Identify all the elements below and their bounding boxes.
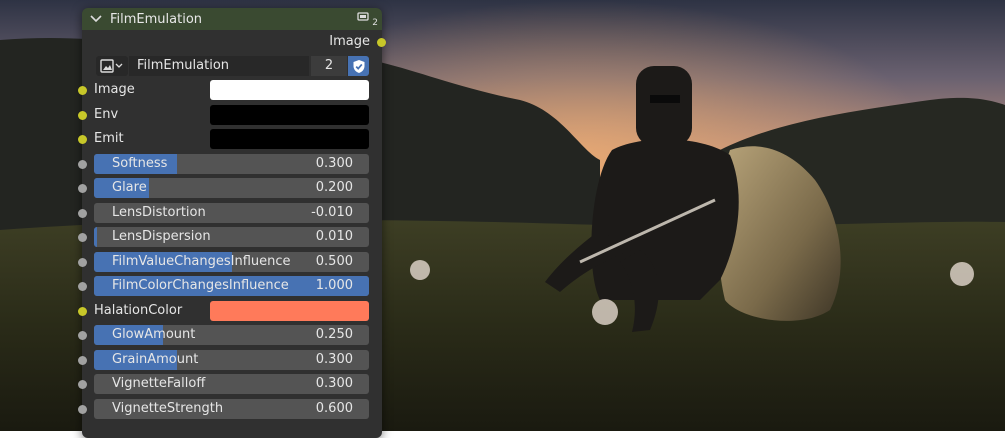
color-swatch[interactable] (210, 300, 369, 321)
input-socket[interactable] (78, 282, 87, 291)
slider-value: -0.010 (311, 204, 353, 220)
slider-label: FilmValueChangesInfluence (112, 253, 291, 269)
input-socket[interactable] (78, 306, 87, 316)
slider-value: 0.500 (315, 253, 353, 269)
shield-icon[interactable] (348, 56, 369, 76)
slider-value: 0.200 (315, 180, 353, 195)
input-socket[interactable] (78, 86, 87, 95)
input-label: Emit (94, 131, 124, 146)
glow-amount-slider[interactable]: GlowAmount 0.250 (94, 325, 369, 345)
input-env-row: Env (78, 103, 382, 128)
lens-dispersion-slider[interactable]: LensDispersion 0.010 (94, 227, 369, 247)
input-socket[interactable] (78, 355, 87, 365)
node-group-selector: FilmEmulation 2 (82, 54, 382, 78)
user-count[interactable]: 2 (311, 56, 347, 76)
film-color-changes-row: FilmColorChangesInfluence 1.000 (78, 274, 382, 299)
slider-label: LensDispersion (112, 229, 211, 244)
input-socket[interactable] (78, 404, 87, 414)
input-image-row: Image (78, 78, 382, 103)
input-label: Image (94, 82, 135, 97)
slider-value: 0.010 (315, 229, 353, 244)
slider-value: 1.000 (315, 278, 353, 293)
input-socket[interactable] (78, 257, 87, 267)
film-color-changes-slider[interactable]: FilmColorChangesInfluence 1.000 (94, 276, 369, 296)
input-emit-row: Emit (78, 127, 382, 152)
input-label: HalationColor (94, 302, 183, 318)
slider-label: GrainAmount (112, 351, 199, 367)
film-value-changes-row: FilmValueChangesInfluence 0.500 (78, 250, 382, 275)
slider-fill (94, 227, 97, 247)
film-emulation-node[interactable]: FilmEmulation 2 Image FilmEmulation 2 Im… (78, 8, 386, 438)
input-socket[interactable] (78, 110, 87, 120)
softness-row: Softness 0.300 (78, 152, 382, 177)
node-group-name-field[interactable]: FilmEmulation (129, 56, 309, 76)
slider-label: Softness (112, 155, 168, 171)
grain-amount-row: GrainAmount 0.300 (78, 348, 382, 373)
chevron-down-icon[interactable] (90, 15, 104, 23)
vignette-falloff-slider[interactable]: VignetteFalloff 0.300 (94, 374, 369, 394)
glare-row: Glare 0.200 (78, 176, 382, 201)
slider-label: GlowAmount (112, 327, 196, 342)
glow-amount-row: GlowAmount 0.250 (78, 323, 382, 348)
input-socket[interactable] (78, 208, 87, 218)
input-socket[interactable] (78, 184, 87, 193)
color-swatch[interactable] (210, 80, 369, 100)
input-socket[interactable] (78, 331, 87, 340)
node-group-count: 2 (372, 18, 378, 28)
slider-value: 0.300 (315, 376, 353, 391)
vignette-falloff-row: VignetteFalloff 0.300 (78, 372, 382, 397)
film-value-changes-slider[interactable]: FilmValueChangesInfluence 0.500 (94, 251, 369, 272)
halation-color-row: HalationColor (78, 299, 382, 324)
input-socket[interactable] (78, 159, 87, 169)
node-header[interactable]: FilmEmulation 2 (82, 8, 382, 30)
slider-value: 0.250 (315, 327, 353, 342)
lens-distortion-row: LensDistortion -0.010 (78, 201, 382, 226)
lens-distortion-slider[interactable]: LensDistortion -0.010 (94, 202, 369, 223)
glare-slider[interactable]: Glare 0.200 (94, 178, 369, 198)
lens-dispersion-row: LensDispersion 0.010 (78, 225, 382, 250)
slider-value: 0.600 (315, 400, 353, 416)
output-socket[interactable] (377, 38, 386, 47)
output-row: Image (82, 30, 386, 54)
grain-amount-slider[interactable]: GrainAmount 0.300 (94, 349, 369, 370)
node-title: FilmEmulation (110, 11, 203, 27)
color-swatch[interactable] (210, 129, 369, 149)
vignette-strength-slider[interactable]: VignetteStrength 0.600 (94, 398, 369, 419)
input-socket[interactable] (78, 233, 87, 242)
slider-label: VignetteFalloff (112, 376, 206, 391)
color-swatch[interactable] (210, 104, 369, 125)
slider-label: LensDistortion (112, 204, 206, 220)
input-label: Env (94, 106, 119, 122)
input-socket[interactable] (78, 135, 87, 144)
image-browse-icon[interactable] (96, 56, 128, 76)
slider-value: 0.300 (315, 351, 353, 367)
slider-label: VignetteStrength (112, 400, 224, 416)
softness-slider[interactable]: Softness 0.300 (94, 153, 369, 174)
slider-label: FilmColorChangesInfluence (112, 278, 289, 293)
output-label: Image (329, 34, 370, 49)
input-socket[interactable] (78, 380, 87, 389)
vignette-strength-row: VignetteStrength 0.600 (78, 397, 382, 422)
slider-label: Glare (112, 180, 147, 195)
slider-value: 0.300 (315, 155, 353, 171)
